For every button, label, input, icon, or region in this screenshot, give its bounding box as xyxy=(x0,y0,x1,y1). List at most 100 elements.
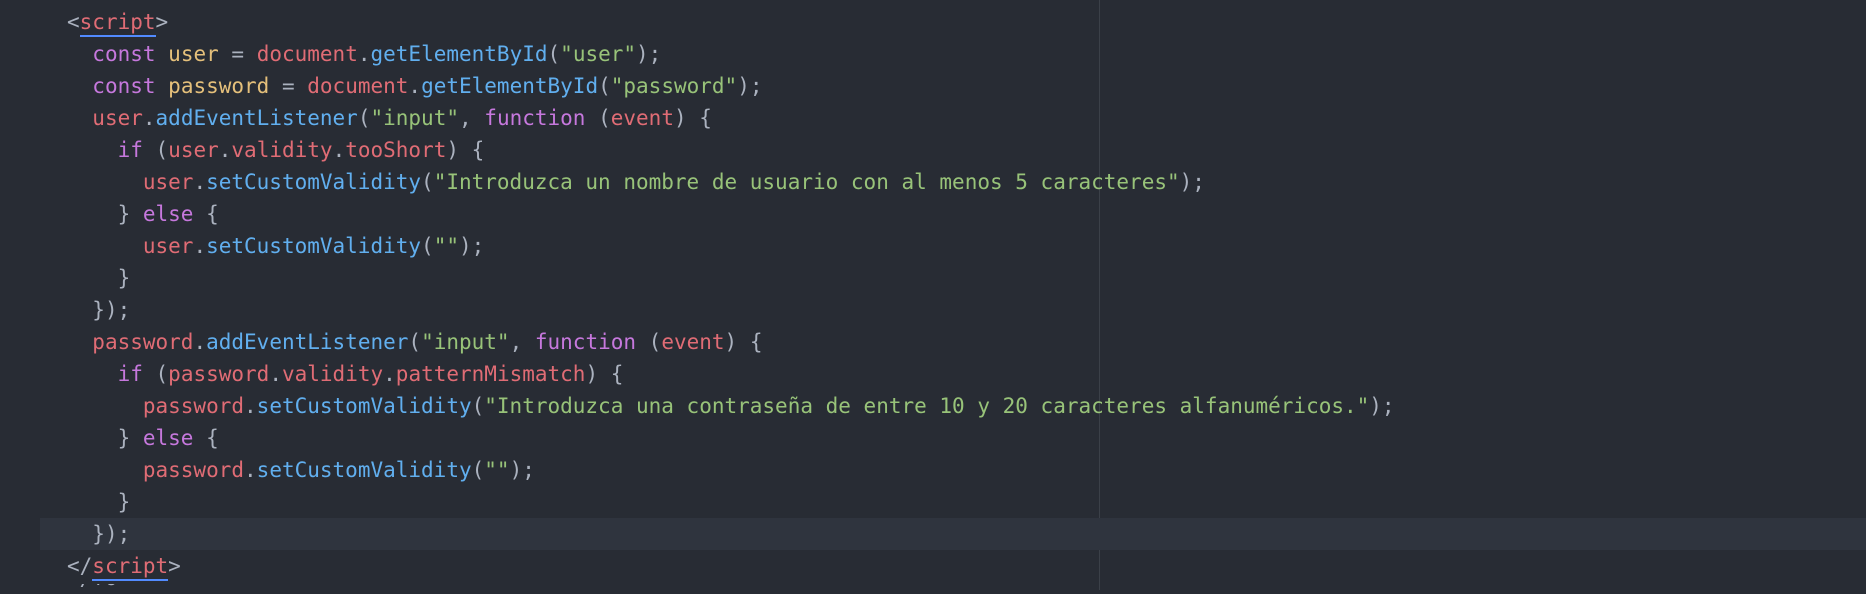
code-token: password xyxy=(168,362,270,386)
code-token: validity xyxy=(281,362,384,386)
code-token: const xyxy=(92,74,156,98)
code-token: "input" xyxy=(370,106,459,130)
code-token: < xyxy=(67,10,80,34)
partially-visible-line: </fo xyxy=(67,584,127,594)
code-token: > xyxy=(155,10,169,34)
code-token: ) { xyxy=(673,106,712,130)
code-token: ); xyxy=(636,42,662,66)
code-token: ( xyxy=(547,42,561,66)
code-token: ); xyxy=(1179,170,1205,194)
code-token: setCustomValidity xyxy=(206,234,422,258)
code-token: = xyxy=(269,74,308,98)
code-token: ( xyxy=(408,330,422,354)
code-token: "password" xyxy=(610,74,738,98)
code-token: , xyxy=(509,330,535,354)
code-token: setCustomValidity xyxy=(256,394,472,418)
code-token: "" xyxy=(484,458,510,482)
code-line[interactable]: </script> xyxy=(0,550,1866,582)
code-token: ( xyxy=(585,106,611,130)
code-token: password xyxy=(92,330,194,354)
code-line[interactable]: password.setCustomValidity(""); xyxy=(0,454,1866,486)
code-token: "" xyxy=(433,234,459,258)
code-token: getElementById xyxy=(370,42,548,66)
code-line[interactable]: user.addEventListener("input", function … xyxy=(0,102,1866,134)
code-token: . xyxy=(193,330,207,354)
code-token: getElementById xyxy=(421,74,599,98)
code-token: document xyxy=(307,74,409,98)
code-token: . xyxy=(244,394,257,418)
code-line[interactable]: } xyxy=(0,262,1866,294)
code-line[interactable]: if (user.validity.tooShort) { xyxy=(0,134,1866,166)
code-token: user xyxy=(142,234,194,258)
code-token: "input" xyxy=(421,330,510,354)
code-token: const xyxy=(92,42,156,66)
code-token: ( xyxy=(142,362,169,386)
code-token: { xyxy=(193,202,219,226)
code-token: ) { xyxy=(585,362,624,386)
code-line[interactable]: <script> xyxy=(0,6,1866,38)
code-token: ( xyxy=(421,170,434,194)
code-line[interactable]: } else { xyxy=(0,422,1866,454)
code-token: setCustomValidity xyxy=(256,458,472,482)
code-token: patternMismatch xyxy=(395,362,586,386)
code-token: . xyxy=(244,458,257,482)
code-editor[interactable]: <script> const user = document.getElemen… xyxy=(0,0,1866,590)
code-token: ); xyxy=(458,234,485,258)
code-token: script xyxy=(92,554,169,581)
code-lines[interactable]: <script> const user = document.getElemen… xyxy=(0,6,1866,582)
code-token: user xyxy=(168,42,219,66)
code-line[interactable]: password.addEventListener("input", funct… xyxy=(0,326,1866,358)
code-token: > xyxy=(168,554,181,578)
code-line[interactable]: }); xyxy=(40,518,1866,550)
code-token: ( xyxy=(471,394,485,418)
code-line[interactable]: password.setCustomValidity("Introduzca u… xyxy=(0,390,1866,422)
code-token: ( xyxy=(142,138,169,162)
code-token: ) { xyxy=(446,138,485,162)
code-token: password xyxy=(142,394,245,418)
code-token: , xyxy=(459,106,485,130)
code-token: . xyxy=(383,362,396,386)
code-line[interactable]: user.setCustomValidity(""); xyxy=(0,230,1866,262)
code-token: document xyxy=(256,42,358,66)
code-token: } xyxy=(117,490,131,514)
code-line[interactable]: } xyxy=(0,486,1866,518)
code-token: ( xyxy=(421,234,434,258)
code-token: script xyxy=(79,10,156,37)
code-line[interactable]: const password = document.getElementById… xyxy=(0,70,1866,102)
code-token: ); xyxy=(509,458,535,482)
code-token: }); xyxy=(92,298,131,322)
code-token: else xyxy=(142,202,194,226)
code-token: validity xyxy=(231,138,333,162)
code-token: ( xyxy=(357,106,371,130)
code-token: ( xyxy=(636,330,662,354)
code-line[interactable]: } else { xyxy=(0,198,1866,230)
code-token: if xyxy=(117,362,143,386)
code-token: . xyxy=(193,170,207,194)
code-token: . xyxy=(142,106,156,130)
code-line[interactable]: user.setCustomValidity("Introduzca un no… xyxy=(0,166,1866,198)
code-line[interactable]: const user = document.getElementById("us… xyxy=(0,38,1866,70)
code-token: } xyxy=(117,426,143,450)
code-token: </ xyxy=(67,554,93,578)
code-token: } xyxy=(117,202,143,226)
partially-visible-line-text: </fo xyxy=(67,584,127,594)
code-token: if xyxy=(117,138,143,162)
code-token: user xyxy=(92,106,143,130)
code-line[interactable]: if (password.validity.patternMismatch) { xyxy=(0,358,1866,390)
code-token: }); xyxy=(92,522,131,546)
code-token: . xyxy=(269,362,282,386)
code-line[interactable]: }); xyxy=(0,294,1866,326)
code-token: ); xyxy=(737,74,763,98)
